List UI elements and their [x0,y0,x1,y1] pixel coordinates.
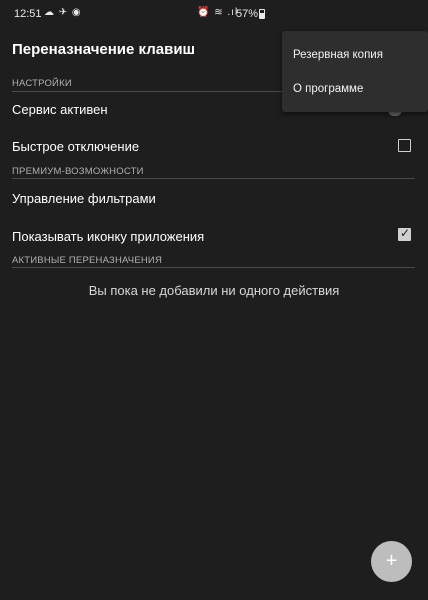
check-icon: ✓ [400,226,411,240]
notification-icons: ☁ ✈ ◉ [44,7,82,18]
section-header-premium: ПРЕМИУМ-ВОЗМОЖНОСТИ [12,166,415,179]
page-title: Переназначение клавиш [12,41,196,58]
add-action-button[interactable]: + [371,541,412,582]
manage-filters-item[interactable]: Управление фильтрами [12,191,156,206]
system-icons: ⏰ ≋ .ıl [197,7,239,18]
plus-icon: + [385,550,398,572]
show-app-icon-label[interactable]: Показывать иконку приложения [12,229,204,244]
section-header-active-remaps: АКТИВНЫЕ ПЕРЕНАЗНАЧЕНИЯ [12,255,415,268]
show-app-icon-checkbox[interactable]: ✓ [398,226,411,241]
quick-disable-label[interactable]: Быстрое отключение [12,139,139,154]
menu-item-about[interactable]: О программе [293,83,363,95]
quick-disable-checkbox[interactable] [398,139,411,152]
overflow-menu: Резервная копия О программе [282,31,428,112]
status-time: 12:51 [14,8,42,20]
battery-percent: 57% [236,8,259,20]
status-bar: 12:51 ☁ ✈ ◉ ⏰ ≋ .ıl 57% [0,0,428,28]
service-active-label[interactable]: Сервис активен [12,102,108,117]
menu-item-backup[interactable]: Резервная копия [293,49,383,61]
empty-state-text: Вы пока не добавили ни одного действия [88,283,340,298]
battery-icon [259,9,265,19]
